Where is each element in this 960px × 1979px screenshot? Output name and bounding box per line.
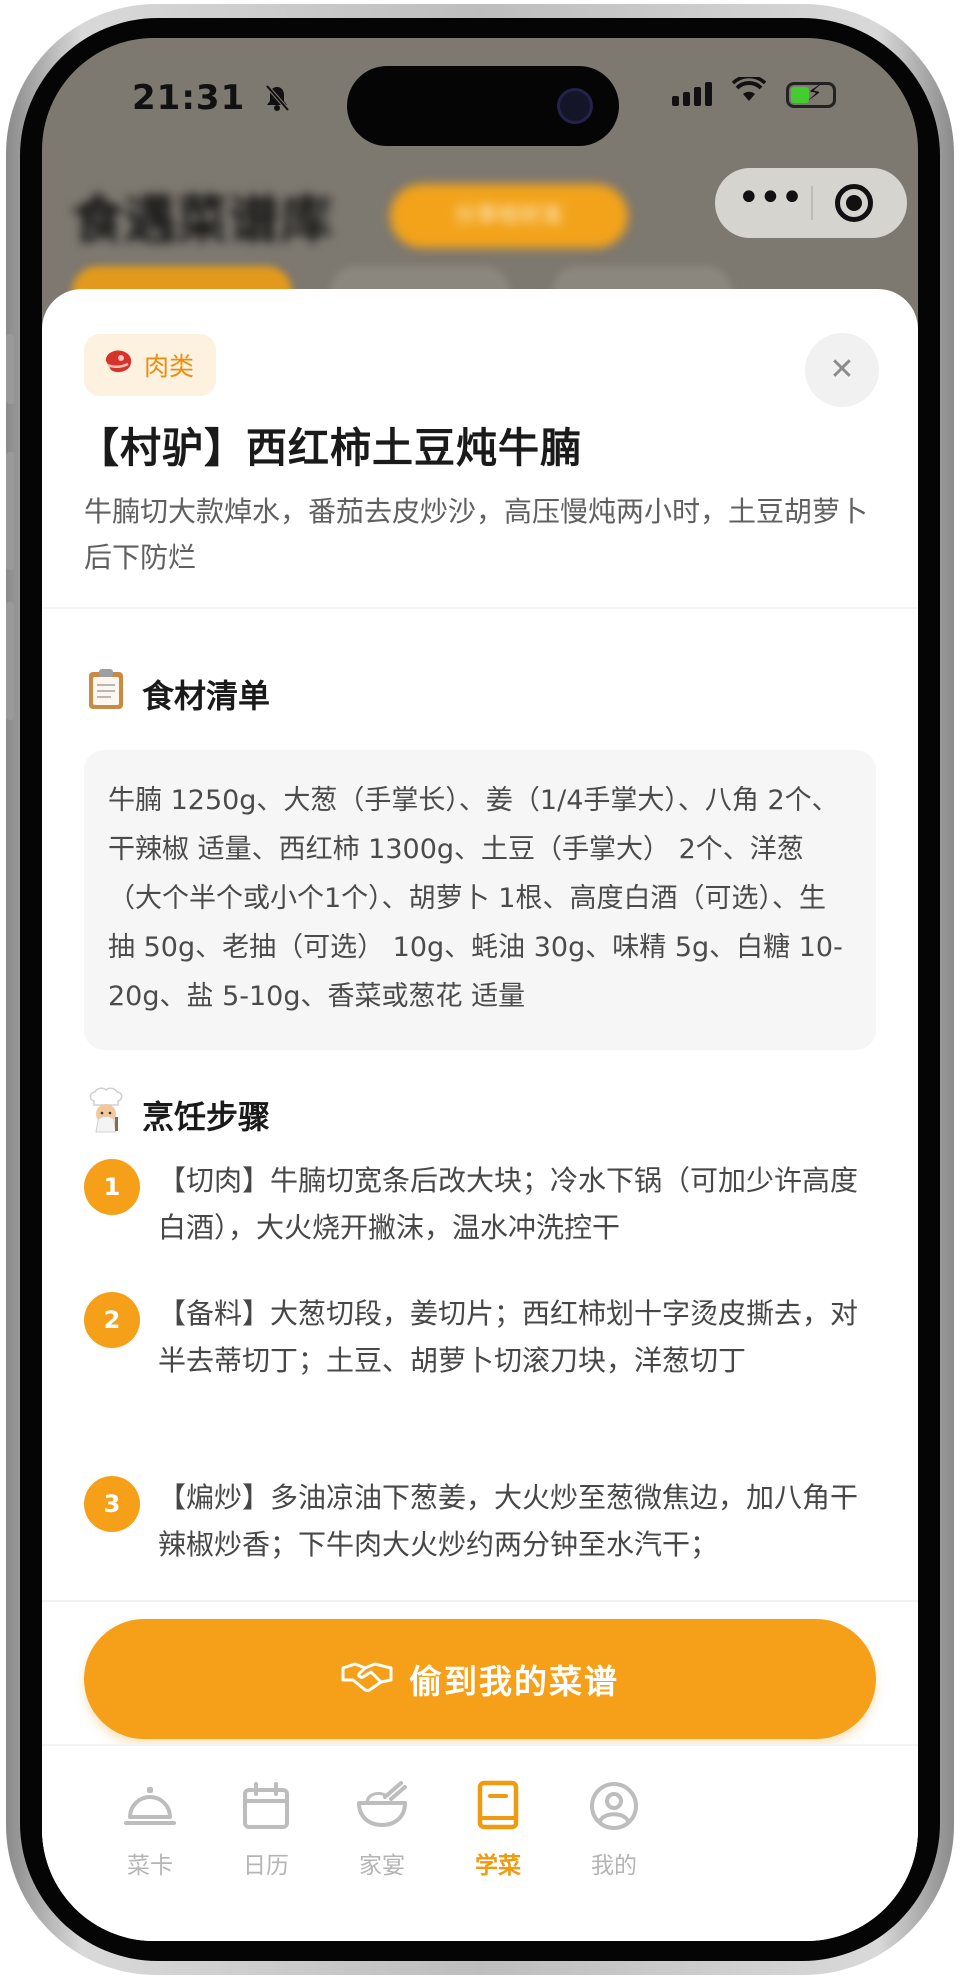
step-item: 3 【煸炒】多油凉油下葱姜，大火炒至葱微焦边，加八角干辣椒炒香；下牛肉大火炒约两… [84, 1474, 884, 1568]
miniprogram-capsule[interactable]: ••• [715, 168, 907, 238]
step-text: 【煸炒】多油凉油下葱姜，大火炒至葱微焦边，加八角干辣椒炒香；下牛肉大火炒约两分钟… [158, 1481, 859, 1561]
bowl-icon [322, 1776, 442, 1836]
ingredients-header: 食材清单 [84, 667, 270, 720]
profile-icon [554, 1776, 674, 1836]
steps-title: 烹饪步骤 [142, 1097, 271, 1136]
category-label: 肉类 [144, 352, 195, 381]
volume-down-button [6, 602, 14, 720]
step-number: 3 [84, 1476, 140, 1532]
clipboard-icon [84, 667, 128, 720]
cook-icon [84, 1087, 128, 1142]
wifi-icon [731, 74, 767, 111]
step-text: 【备料】大葱切段，姜切片；西红柿划十字烫皮撕去，对半去蒂切丁；土豆、胡萝卜切滚刀… [158, 1297, 859, 1377]
step-item: 1 【切肉】牛腩切宽条后改大块；冷水下锅（可加少许高度白酒），大火烧开撇沫，温水… [84, 1157, 884, 1290]
cloche-icon [90, 1776, 210, 1836]
steal-recipe-button[interactable]: 偷到我的菜谱 [84, 1619, 876, 1739]
more-options-icon[interactable]: ••• [737, 178, 804, 218]
charging-bolt-icon: ⚡ [807, 81, 823, 106]
status-bar: 21:31 ⚡ [42, 38, 918, 178]
tab-family-feast[interactable]: 家宴 [322, 1776, 442, 1880]
recipe-sheet: 肉类 ✕ 【村驴】西红柿土豆炖牛腩 牛腩切大款焯水，番茄去皮炒沙，高压慢炖两小时… [42, 289, 918, 1941]
tab-label: 日历 [243, 1853, 289, 1879]
step-text: 【切肉】牛腩切宽条后改大块；冷水下锅（可加少许高度白酒），大火烧开撇沫，温水冲洗… [158, 1164, 859, 1244]
background-page-title: 食遇菜谱库 [72, 191, 333, 251]
calendar-icon [206, 1776, 326, 1836]
step-number: 2 [84, 1292, 140, 1348]
recipe-title: 【村驴】西红柿土豆炖牛腩 [78, 424, 582, 472]
step-number: 1 [84, 1159, 140, 1215]
tab-label: 学菜 [475, 1853, 521, 1879]
tab-bar: 菜卡 日历 家宴 学菜 我的 [42, 1744, 918, 1941]
steps-header: 烹饪步骤 [84, 1087, 270, 1142]
tab-learn-cooking[interactable]: 学菜 [438, 1776, 558, 1880]
share-button: 分享给好友 [390, 184, 628, 248]
handshake-icon [341, 1658, 393, 1701]
ingredients-text: 牛腩 1250g、大葱（手掌长）、姜（1/4手掌大）、八角 2个、干辣椒 适量、… [84, 750, 876, 1050]
capsule-divider [811, 186, 813, 220]
ingredients-title: 食材清单 [142, 676, 271, 715]
bell-muted-icon [264, 84, 290, 118]
dynamic-island [347, 66, 619, 146]
meat-icon [102, 347, 134, 383]
recipe-description: 牛腩切大款焯水，番茄去皮炒沙，高压慢炖两小时，土豆胡萝卜后下防烂 [84, 495, 869, 574]
camera-icon [557, 88, 593, 124]
steps-list: 1 【切肉】牛腩切宽条后改大块；冷水下锅（可加少许高度白酒），大火烧开撇沫，温水… [84, 1157, 884, 1568]
category-badge: 肉类 [84, 334, 217, 396]
status-time: 21:31 [132, 78, 246, 118]
battery-icon: ⚡ [786, 81, 836, 108]
tab-label: 家宴 [359, 1853, 405, 1879]
mute-switch [6, 334, 14, 404]
tab-calendar[interactable]: 日历 [206, 1776, 326, 1880]
tab-label: 我的 [591, 1853, 637, 1879]
tab-label: 菜卡 [127, 1853, 173, 1879]
close-miniprogram-icon[interactable] [835, 184, 873, 222]
screen: 21:31 ⚡ 食遇菜谱库 分享给好友 ••• 肉类 ✕ 【村驴】西红柿土豆炖牛… [42, 38, 918, 1941]
book-icon [438, 1776, 558, 1836]
signal-icon [672, 82, 712, 106]
divider [42, 607, 918, 609]
steal-recipe-label: 偷到我的菜谱 [409, 1662, 619, 1701]
tab-menu-card[interactable]: 菜卡 [90, 1776, 210, 1880]
close-icon[interactable]: ✕ [805, 333, 879, 407]
tab-profile[interactable]: 我的 [554, 1776, 674, 1880]
volume-up-button [6, 452, 14, 570]
step-item: 2 【备料】大葱切段，姜切片；西红柿划十字烫皮撕去，对半去蒂切丁；土豆、胡萝卜切… [84, 1290, 884, 1474]
